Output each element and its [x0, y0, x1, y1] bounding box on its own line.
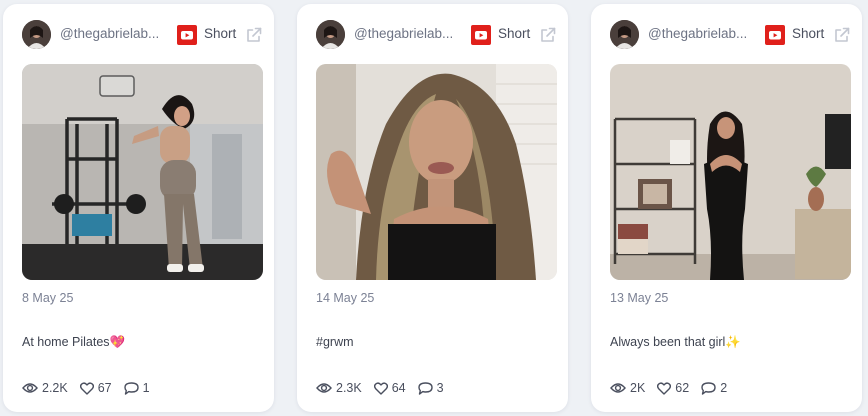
comments-stat: 3: [417, 381, 444, 395]
comment-icon: [123, 381, 139, 395]
views-count: 2.2K: [42, 381, 68, 395]
likes-stat: 64: [373, 381, 406, 395]
youtube-icon: [177, 25, 197, 45]
video-thumbnail[interactable]: [316, 64, 557, 280]
card-header: @thegabrielab... Short: [297, 4, 568, 62]
post-card[interactable]: @thegabrielab... Short: [297, 4, 568, 412]
views-count: 2.3K: [336, 381, 362, 395]
post-type-label: Short: [204, 26, 237, 41]
likes-count: 67: [97, 381, 112, 395]
post-stats: 2.3K 64 3: [316, 380, 456, 396]
likes-count: 62: [675, 381, 690, 395]
card-header: @thegabrielab... Short: [591, 4, 862, 62]
heart-icon: [657, 381, 672, 395]
eye-icon: [22, 383, 38, 393]
comments-stat: 2: [701, 381, 727, 395]
external-link-icon[interactable]: [833, 26, 851, 44]
views-stat: 2.2K: [22, 381, 68, 395]
channel-handle[interactable]: @thegabrielab...: [648, 26, 756, 41]
eye-icon: [316, 383, 332, 393]
comment-icon: [701, 381, 716, 395]
post-date: 13 May 25: [610, 291, 669, 305]
channel-handle[interactable]: @thegabrielab...: [60, 26, 168, 41]
post-caption: Always been that girl✨: [610, 335, 741, 349]
likes-stat: 67: [79, 381, 112, 395]
youtube-icon: [471, 25, 491, 45]
heart-icon: [79, 381, 94, 395]
post-card[interactable]: @thegabrielab... Short: [591, 4, 862, 412]
views-count: 2K: [630, 381, 646, 395]
youtube-icon: [765, 25, 785, 45]
post-caption: #grwm: [316, 335, 354, 349]
views-stat: 2K: [610, 381, 645, 395]
avatar[interactable]: [22, 20, 51, 49]
comment-icon: [417, 381, 433, 395]
heart-icon: [373, 381, 388, 395]
post-stats: 2.2K 67 1: [22, 380, 162, 396]
external-link-icon[interactable]: [245, 26, 263, 44]
post-type-label: Short: [498, 26, 531, 41]
views-stat: 2.3K: [316, 381, 362, 395]
avatar[interactable]: [316, 20, 345, 49]
post-card[interactable]: @thegabrielab... Short: [3, 4, 274, 412]
video-thumbnail[interactable]: [610, 64, 851, 280]
post-date: 14 May 25: [316, 291, 375, 305]
post-date: 8 May 25: [22, 291, 74, 305]
eye-icon: [610, 383, 626, 393]
channel-handle[interactable]: @thegabrielab...: [354, 26, 462, 41]
comments-stat: 1: [123, 381, 150, 395]
comments-count: 1: [142, 381, 150, 395]
likes-stat: 62: [657, 381, 689, 395]
external-link-icon[interactable]: [539, 26, 557, 44]
likes-count: 64: [391, 381, 406, 395]
card-header: @thegabrielab... Short: [3, 4, 274, 62]
post-caption: At home Pilates💖: [22, 335, 126, 349]
post-type-label: Short: [792, 26, 825, 41]
comments-count: 2: [720, 381, 728, 395]
avatar[interactable]: [610, 20, 639, 49]
comments-count: 3: [436, 381, 444, 395]
post-stats: 2K 62 2: [610, 380, 739, 396]
video-thumbnail[interactable]: [22, 64, 263, 280]
